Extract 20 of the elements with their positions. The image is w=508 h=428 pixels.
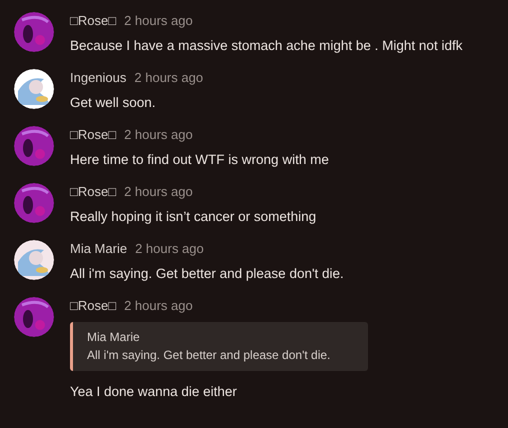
comment-text: Really hoping it isn’t cancer or something [70, 208, 316, 226]
timestamp: 2 hours ago [134, 70, 204, 86]
timestamp: 2 hours ago [124, 13, 193, 29]
author-name[interactable]: Mia Marie [70, 241, 128, 257]
quote-text: All i'm saying. Get better and please don't die. [87, 348, 332, 363]
comment-text: All i'm saying. Get better and please don't die. [70, 265, 344, 283]
comment-text: Because I have a massive stomach ache might be . Might not idfk [70, 37, 462, 55]
author-name[interactable]: □Rose□ [70, 127, 116, 143]
author-name[interactable]: □Rose□ [70, 298, 116, 314]
timestamp: 2 hours ago [124, 298, 193, 314]
comment-text: Yea I done wanna die either [70, 383, 238, 401]
author-name[interactable]: Ingenious [70, 70, 126, 86]
comment-text: Here time to find out WTF is wrong with me [70, 151, 329, 169]
timestamp: 2 hours ago [124, 184, 193, 200]
comment-text: Get well soon. [70, 94, 157, 112]
timestamp: 2 hours ago [124, 127, 193, 143]
timestamp: 2 hours ago [135, 241, 204, 257]
author-name[interactable]: □Rose□ [70, 13, 116, 29]
author-name[interactable]: □Rose□ [70, 184, 116, 200]
quote-author: Mia Marie [87, 330, 141, 345]
